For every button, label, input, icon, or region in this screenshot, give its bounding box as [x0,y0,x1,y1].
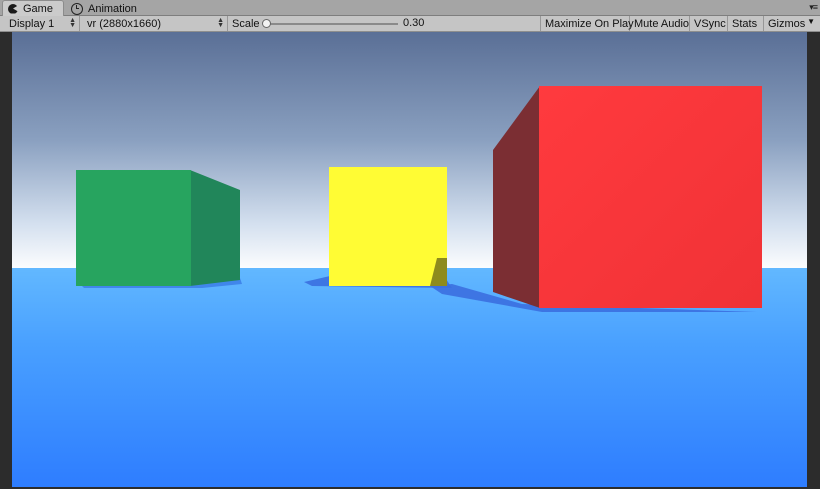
pacman-icon [8,3,18,14]
game-viewport[interactable] [0,32,820,489]
dropdown-arrows-icon: ▲ ▼ [217,17,224,29]
stats-button[interactable]: Stats [728,16,764,31]
tab-animation-label: Animation [88,2,137,15]
gizmos-dropdown[interactable]: Gizmos ▼ [764,16,820,31]
resolution-dropdown[interactable]: vr (2880x1660) ▲ ▼ [80,16,228,31]
scale-slider-track[interactable] [264,23,398,25]
tab-menu-icon[interactable]: ▾≡ [809,2,818,13]
mute-audio-label: Mute Audio [634,17,690,30]
display-dropdown[interactable]: Display 1 ▲ ▼ [0,16,80,31]
tab-game[interactable]: Game [2,0,64,16]
vsync-button[interactable]: VSync [690,16,728,31]
tab-animation[interactable]: Animation [66,1,156,16]
yellow-cube [329,167,447,286]
scale-slider-thumb[interactable] [262,19,271,28]
maximize-on-play-button[interactable]: Maximize On Play [541,16,634,31]
game-scene[interactable] [12,32,807,487]
vsync-label: VSync [694,17,726,30]
dropdown-arrows-icon: ▲ ▼ [69,17,76,29]
chevron-down-icon: ▼ [807,17,815,26]
display-dropdown-label: Display 1 [9,17,55,30]
red-cube [493,86,762,308]
stats-label: Stats [732,17,758,30]
tab-game-label: Game [23,2,53,15]
resolution-dropdown-label: vr (2880x1660) [87,17,161,30]
gizmos-label: Gizmos [768,17,806,30]
green-cube [76,170,240,286]
tab-strip: Game Animation ▾≡ [0,0,820,16]
scale-label: Scale [232,17,260,30]
game-toolbar: Display 1 ▲ ▼ vr (2880x1660) ▲ ▼ Scale 0.3… [0,16,820,32]
mute-audio-button[interactable]: Mute Audio [630,16,690,31]
scale-value: 0.30 [403,17,425,29]
maximize-on-play-label: Maximize On Play [545,17,634,30]
clock-icon [71,2,83,15]
